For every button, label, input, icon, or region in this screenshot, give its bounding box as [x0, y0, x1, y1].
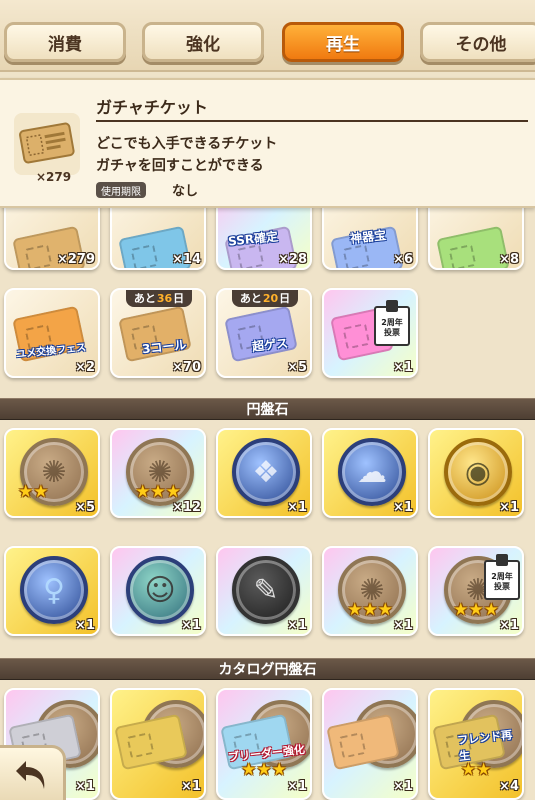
catalog-disc-item[interactable]: フレンド再生 ★★ ×4 — [428, 688, 524, 800]
expiry-label-badge: 使用期限 — [96, 182, 146, 198]
item-title: ガチャチケット — [96, 98, 208, 117]
back-arrow-icon — [15, 761, 44, 789]
book-emblem-icon: ✎ — [253, 572, 279, 608]
item-quantity: ×1 — [287, 618, 307, 633]
expiry-timer: あと 20 日 — [232, 290, 298, 307]
description-line: ガチャを回すことができる — [96, 158, 264, 174]
timer-suffix: 日 — [279, 292, 291, 305]
ticket-art-text: 超ゲス — [251, 336, 289, 354]
timer-days: 20 — [262, 291, 279, 305]
rarity-stars: ★★ — [18, 482, 49, 502]
item-quantity: ×28 — [278, 252, 307, 267]
item-quantity: ×1 — [393, 360, 413, 375]
rarity-stars: ★★ — [460, 760, 492, 780]
disc-item[interactable]: ◉ ×1 — [428, 428, 524, 518]
timer-prefix: あと — [133, 292, 156, 305]
item-quantity: ×1 — [393, 500, 413, 515]
disc-item[interactable]: ✺ ★★ ×5 — [4, 428, 100, 518]
timer-suffix: 日 — [173, 292, 185, 305]
description-line: どこでも入手できるチケット — [96, 136, 278, 152]
item-quantity: ×1 — [287, 500, 307, 515]
catalog-disc-item[interactable]: ×1 — [322, 688, 418, 800]
disc-coin-icon: ☁ — [338, 438, 406, 506]
section-header-discs: 円盤石 — [0, 398, 535, 420]
disc-item[interactable]: ✺ ★★★ ×12 — [110, 428, 206, 518]
character-emblem-icon: ♀ — [43, 572, 65, 608]
ticket-art-text: 3コール — [141, 337, 188, 357]
item-description: どこでも入手できるチケット ガチャを回すことができる — [96, 133, 277, 177]
item-quantity: ×70 — [172, 360, 201, 375]
item-detail-panel: ×279 ガチャチケット どこでも入手できるチケット ガチャを回すことができる … — [0, 78, 535, 208]
timer-prefix: あと — [239, 292, 262, 305]
item-quantity: ×1 — [75, 779, 95, 794]
item-quantity: ×1 — [499, 618, 519, 633]
disc-item[interactable]: ♀ ×1 — [4, 546, 100, 636]
disc-item[interactable]: ❖ ×1 — [216, 428, 312, 518]
character-emblem-icon: ☺ — [144, 572, 176, 608]
back-button[interactable] — [0, 745, 66, 800]
rarity-stars: ★★★ — [453, 600, 499, 620]
item-quantity: ×1 — [75, 618, 95, 633]
ticket-item[interactable]: ユメ交換フェス ×2 — [4, 288, 100, 378]
item-quantity: ×1 — [393, 618, 413, 633]
rarity-stars: ★★★ — [347, 600, 393, 620]
expiry-timer: あと 36 日 — [126, 290, 192, 307]
item-quantity: ×279 — [56, 252, 95, 267]
disc-item[interactable]: ✺ 2周年 投票 ★★★ ×1 — [428, 546, 524, 636]
item-quantity: ×5 — [75, 500, 95, 515]
vote-box-icon: 2周年 投票 — [374, 300, 410, 346]
item-quantity: ×5 — [287, 360, 307, 375]
tab-regenerate[interactable]: 再生 — [282, 22, 404, 62]
gacha-ticket-icon — [19, 122, 75, 164]
vote-box-icon: 2周年 投票 — [484, 554, 520, 600]
timer-days: 36 — [156, 291, 173, 305]
catalog-disc-item[interactable]: ブリーダー強化 ★★★ ×1 — [216, 688, 312, 800]
tab-enhance[interactable]: 強化 — [142, 22, 264, 62]
gacha-ticket-thumbnail — [14, 113, 80, 175]
item-quantity: ×1 — [393, 779, 413, 794]
section-header-catalog-discs: カタログ円盤石 — [0, 658, 535, 680]
tab-other[interactable]: その他 — [420, 22, 535, 62]
item-quantity: ×1 — [181, 618, 201, 633]
item-quantity: ×8 — [499, 252, 519, 267]
ticket-item[interactable]: あと 20 日 超ゲス ×5 — [216, 288, 312, 378]
item-quantity: ×1 — [181, 779, 201, 794]
disc-coin-icon: ☺ — [126, 556, 194, 624]
disc-coin-icon: ✎ — [232, 556, 300, 624]
tab-consume[interactable]: 消費 — [4, 22, 126, 62]
disc-item[interactable]: ☁ ×1 — [322, 428, 418, 518]
item-quantity: ×2 — [75, 360, 95, 375]
ticket-item[interactable]: 2周年 投票 ×1 — [322, 288, 418, 378]
beast-emblem-icon: ❖ — [252, 454, 280, 490]
disc-coin-icon: ❖ — [232, 438, 300, 506]
eye-emblem-icon: ◉ — [464, 454, 492, 490]
disc-coin-icon: ◉ — [444, 438, 512, 506]
disc-item[interactable]: ✎ ×1 — [216, 546, 312, 636]
item-quantity: ×1 — [287, 779, 307, 794]
disc-coin-icon: ♀ — [20, 556, 88, 624]
item-quantity: ×1 — [499, 500, 519, 515]
title-divider — [96, 120, 528, 122]
item-quantity: ×14 — [172, 252, 201, 267]
expiry-value: なし — [172, 184, 199, 199]
ticket-item[interactable]: あと 36 日 3コール ×70 — [110, 288, 206, 378]
item-quantity: ×12 — [172, 500, 201, 515]
item-quantity: ×4 — [499, 779, 519, 794]
creature-emblem-icon: ☁ — [357, 454, 387, 490]
catalog-disc-item[interactable]: ×1 — [110, 688, 206, 800]
rarity-stars: ★★★ — [241, 760, 287, 780]
rarity-stars: ★★★ — [135, 482, 181, 502]
item-quantity: ×6 — [393, 252, 413, 267]
item-count: ×279 — [36, 170, 72, 184]
disc-item[interactable]: ✺ ★★★ ×1 — [322, 546, 418, 636]
disc-item[interactable]: ☺ ×1 — [110, 546, 206, 636]
category-tab-bar: 消費 強化 再生 その他 — [0, 0, 535, 72]
